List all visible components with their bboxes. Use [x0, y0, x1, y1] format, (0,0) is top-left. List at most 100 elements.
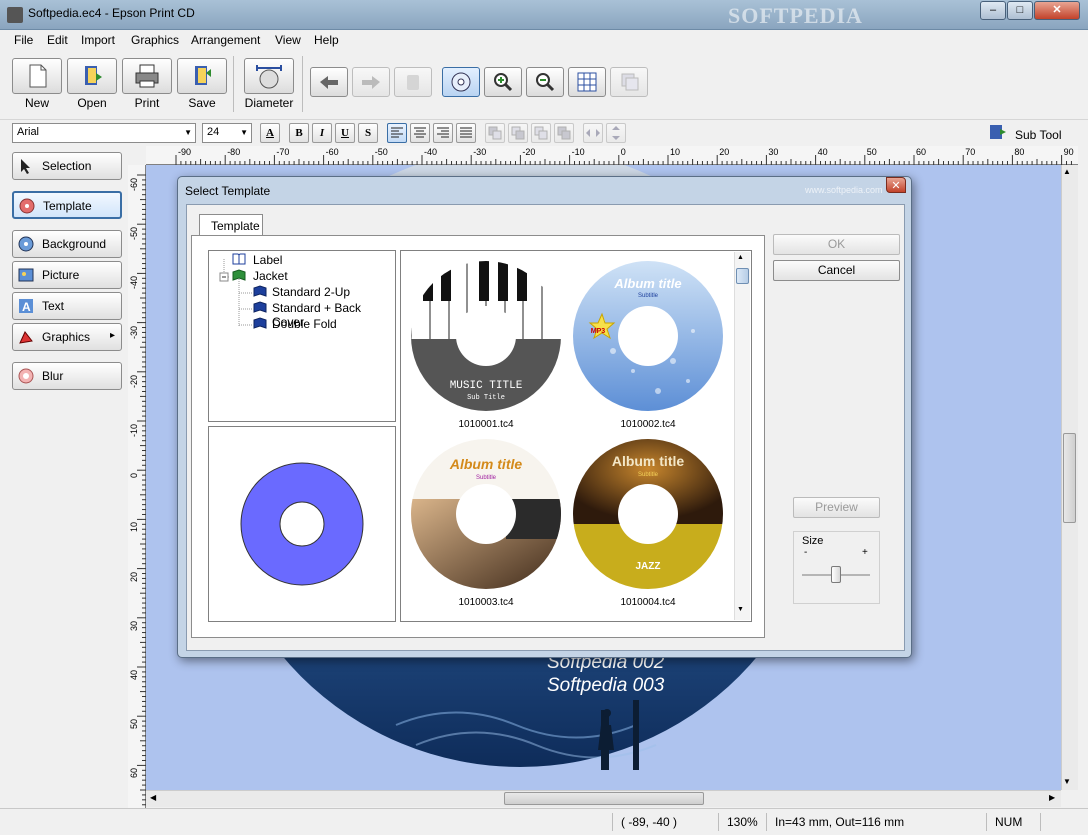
grid-button[interactable] [568, 67, 606, 97]
redo-button[interactable] [352, 67, 390, 97]
align-left-button[interactable] [387, 123, 407, 143]
font-select[interactable]: Arial ▼ [12, 123, 196, 143]
subtool-label[interactable]: Sub Tool [1015, 128, 1061, 142]
tree-item-jacket[interactable]: Jacket [253, 269, 288, 283]
text-icon: A [19, 299, 33, 314]
diameter-button[interactable] [244, 58, 294, 94]
template-thumbnail[interactable]: Album title Subtitle JAZZ [573, 439, 723, 589]
zoom-out-button[interactable] [526, 67, 564, 97]
zoom-level: 130% [718, 813, 768, 831]
menu-edit[interactable]: Edit [47, 33, 68, 47]
align-center-icon [414, 127, 426, 138]
shadow-button[interactable]: S [358, 123, 378, 143]
ruler-label: 70 [965, 147, 976, 157]
maximize-button[interactable]: □ [1007, 1, 1033, 20]
ruler-label: 50 [866, 147, 877, 157]
scroll-thumb[interactable] [1063, 433, 1076, 523]
template-thumbnail[interactable]: MUSIC TITLE Sub Title [411, 261, 561, 411]
bold-button[interactable]: B [289, 123, 309, 143]
menu-view[interactable]: View [275, 33, 301, 47]
select-template-dialog: Select Template www.softpedia.com ✕ Temp… [177, 176, 912, 658]
scroll-up-icon[interactable]: ▲ [737, 254, 744, 261]
new-button[interactable] [12, 58, 62, 94]
arrange-forward-button[interactable] [508, 123, 528, 143]
num-lock-indicator: NUM [986, 813, 1036, 831]
template-gallery[interactable]: MUSIC TITLE Sub Title 1010001.tc4 Album [400, 250, 752, 622]
menu-arrangement[interactable]: Arrangement [191, 33, 260, 47]
scroll-down-icon[interactable]: ▼ [1063, 777, 1071, 786]
scroll-right-icon[interactable]: ▶ [1049, 793, 1055, 802]
tree-item-standard-2up[interactable]: Standard 2-Up [272, 285, 350, 299]
thumb-badge: MP3 [591, 328, 606, 335]
disc-view-button[interactable] [442, 67, 480, 97]
template-tree[interactable]: Label Jacket Standard 2-Up Standard + Ba… [208, 250, 396, 422]
zoom-in-button[interactable] [484, 67, 522, 97]
sidebar-item-template[interactable]: Template [12, 191, 122, 219]
ruler-label: 10 [129, 522, 139, 533]
ok-button[interactable]: OK [773, 234, 900, 255]
zoom-in-icon [494, 73, 513, 92]
arrange-back-button[interactable] [554, 123, 574, 143]
arrange-front-button[interactable] [485, 123, 505, 143]
size-slider-thumb[interactable] [831, 566, 841, 583]
template-filename: 1010004.tc4 [620, 597, 676, 608]
scroll-left-icon[interactable]: ◀ [150, 793, 156, 802]
close-button[interactable]: ✕ [1034, 1, 1080, 20]
gallery-scrollbar[interactable]: ▲ ▼ [734, 252, 750, 620]
sidebar-item-label: Background [42, 237, 107, 251]
sidebar-item-selection[interactable]: Selection [12, 152, 122, 180]
ruler-label: 10 [670, 147, 681, 157]
horizontal-scrollbar[interactable]: ◀ ▶ [146, 790, 1061, 807]
justify-button[interactable] [456, 123, 476, 143]
save-button[interactable] [177, 58, 227, 94]
scroll-thumb[interactable] [504, 792, 704, 805]
sidebar-item-blur[interactable]: Blur [12, 362, 122, 390]
app-icon [7, 7, 23, 23]
preview-button[interactable]: Preview [793, 497, 880, 518]
dialog-close-button[interactable]: ✕ [886, 177, 906, 193]
scroll-thumb[interactable] [736, 268, 749, 284]
font-color-button[interactable]: A [260, 123, 280, 143]
align-right-button[interactable] [433, 123, 453, 143]
sidebar-item-label: Blur [42, 369, 64, 383]
flip-horizontal-button[interactable] [583, 123, 603, 143]
subtool-icon[interactable] [988, 122, 1008, 142]
template-thumbnail[interactable]: Album title Subtitle [411, 439, 561, 589]
menu-import[interactable]: Import [81, 33, 115, 47]
sidebar-item-picture[interactable]: Picture [12, 261, 122, 289]
open-button[interactable] [67, 58, 117, 94]
underline-button[interactable]: U [335, 123, 355, 143]
thumb-title: Album title [449, 456, 523, 472]
sidebar-item-graphics[interactable]: Graphics ▸ [12, 323, 122, 351]
font-size-select[interactable]: 24 ▼ [202, 123, 252, 143]
tree-item-double-fold[interactable]: Double Fold [272, 317, 337, 331]
minimize-button[interactable]: – [980, 1, 1006, 20]
layers-button[interactable] [610, 67, 648, 97]
flip-vertical-button[interactable] [606, 123, 626, 143]
scroll-down-icon[interactable]: ▼ [737, 606, 744, 613]
title-bar: Softpedia.ec4 - Epson Print CD SOFTPEDIA… [0, 0, 1088, 30]
arrange-backward-button[interactable] [531, 123, 551, 143]
undo-button[interactable] [310, 67, 348, 97]
thumb-footer: JAZZ [636, 561, 661, 572]
tab-template[interactable]: Template [199, 214, 263, 236]
menu-help[interactable]: Help [314, 33, 339, 47]
sidebar-item-background[interactable]: Background [12, 230, 122, 258]
scroll-up-icon[interactable]: ▲ [1063, 167, 1071, 176]
tree-item-label[interactable]: Label [253, 253, 282, 267]
canvas-text-line[interactable]: Softpedia 003 [547, 675, 664, 697]
size-minus-label: - [804, 547, 808, 558]
thumb-title: Album title [612, 453, 685, 469]
cancel-button[interactable]: Cancel [773, 260, 900, 281]
italic-button[interactable]: I [312, 123, 332, 143]
picture-icon [18, 268, 34, 282]
print-button[interactable] [122, 58, 172, 94]
template-thumbnail[interactable]: Album title Subtitle MP3 [573, 261, 723, 411]
align-center-button[interactable] [410, 123, 430, 143]
layers-icon [621, 73, 639, 91]
sidebar-item-text[interactable]: A Text [12, 292, 122, 320]
clear-button[interactable] [394, 67, 432, 97]
menu-file[interactable]: File [14, 33, 33, 47]
vertical-scrollbar[interactable]: ▲ ▼ [1061, 165, 1078, 790]
menu-graphics[interactable]: Graphics [131, 33, 179, 47]
